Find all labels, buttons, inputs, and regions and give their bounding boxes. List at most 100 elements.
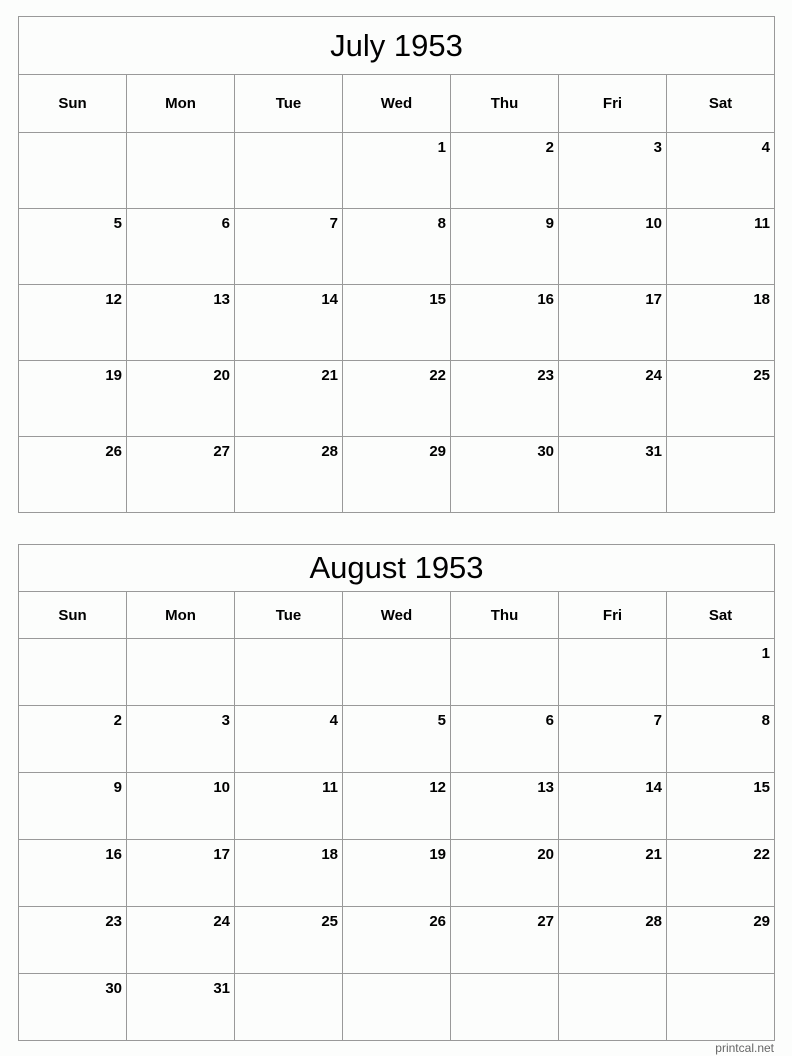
day-cell: 6: [450, 705, 559, 773]
day-number: 6: [545, 712, 554, 729]
footer-credit: printcal.net: [715, 1041, 774, 1055]
day-cell: 21: [234, 360, 343, 437]
day-number: [559, 974, 666, 980]
day-number: [127, 639, 234, 645]
week-row: 16 17 18 19 20 21 22: [18, 839, 775, 907]
day-number: 8: [437, 215, 446, 232]
day-number: 18: [753, 291, 770, 308]
day-number: 15: [753, 779, 770, 796]
day-number: 27: [213, 443, 230, 460]
weekday-header: Wed: [342, 591, 451, 639]
day-number: [451, 974, 558, 980]
day-cell: [234, 132, 343, 209]
day-cell: [450, 973, 559, 1041]
weekday-header: Sun: [18, 74, 127, 133]
day-number: 13: [213, 291, 230, 308]
day-number: 5: [437, 712, 446, 729]
weekday-header: Fri: [558, 74, 667, 133]
day-number: 3: [221, 712, 230, 729]
day-cell: 17: [558, 284, 667, 361]
day-cell: 30: [18, 973, 127, 1041]
week-row: 1 2 3 4: [18, 132, 775, 209]
day-cell: 23: [450, 360, 559, 437]
day-cell: 3: [558, 132, 667, 209]
weekday-header: Wed: [342, 74, 451, 133]
day-number: 16: [105, 846, 122, 863]
day-cell: 27: [126, 436, 235, 513]
day-number: 17: [213, 846, 230, 863]
day-number: 26: [429, 913, 446, 930]
day-number: 1: [761, 645, 770, 662]
day-number: 16: [537, 291, 554, 308]
day-cell: 14: [558, 772, 667, 840]
day-cell: 17: [126, 839, 235, 907]
day-cell: [126, 638, 235, 706]
day-number: 24: [213, 913, 230, 930]
weekday-header: Sat: [666, 74, 775, 133]
day-number: 27: [537, 913, 554, 930]
day-cell: 1: [666, 638, 775, 706]
day-cell: 31: [558, 436, 667, 513]
week-row: 26 27 28 29 30 31: [18, 436, 775, 513]
day-cell: 12: [18, 284, 127, 361]
day-cell: 3: [126, 705, 235, 773]
day-number: 24: [645, 367, 662, 384]
day-cell: 12: [342, 772, 451, 840]
day-number: 4: [761, 139, 770, 156]
day-cell: 22: [342, 360, 451, 437]
day-number: 20: [213, 367, 230, 384]
day-cell: 20: [450, 839, 559, 907]
day-number: 28: [321, 443, 338, 460]
month-title: August 1953: [18, 544, 775, 592]
weekday-header: Tue: [234, 74, 343, 133]
day-cell: 22: [666, 839, 775, 907]
day-number: [235, 639, 342, 645]
day-cell: 5: [18, 208, 127, 285]
day-cell: 19: [18, 360, 127, 437]
day-number: [343, 974, 450, 980]
day-cell: 13: [126, 284, 235, 361]
day-cell: [18, 638, 127, 706]
week-row: 9 10 11 12 13 14 15: [18, 772, 775, 840]
day-cell: 7: [558, 705, 667, 773]
day-number: 9: [113, 779, 122, 796]
day-number: 7: [653, 712, 662, 729]
day-cell: 2: [450, 132, 559, 209]
day-number: 30: [537, 443, 554, 460]
day-number: 19: [429, 846, 446, 863]
day-number: 4: [329, 712, 338, 729]
day-number: 14: [321, 291, 338, 308]
day-cell: 4: [234, 705, 343, 773]
day-number: 20: [537, 846, 554, 863]
day-number: 25: [321, 913, 338, 930]
day-cell: 16: [450, 284, 559, 361]
day-number: 1: [437, 139, 446, 156]
day-cell: 25: [234, 906, 343, 974]
day-cell: 24: [126, 906, 235, 974]
day-number: 14: [645, 779, 662, 796]
day-number: [235, 974, 342, 980]
day-cell: 29: [666, 906, 775, 974]
day-number: 19: [105, 367, 122, 384]
day-number: 10: [645, 215, 662, 232]
day-cell: 4: [666, 132, 775, 209]
day-cell: [234, 973, 343, 1041]
day-cell: 1: [342, 132, 451, 209]
week-row: 2 3 4 5 6 7 8: [18, 705, 775, 773]
day-number: 10: [213, 779, 230, 796]
day-number: 2: [113, 712, 122, 729]
day-cell: 11: [666, 208, 775, 285]
day-cell: 28: [234, 436, 343, 513]
day-number: 23: [537, 367, 554, 384]
day-number: 18: [321, 846, 338, 863]
day-number: 12: [105, 291, 122, 308]
day-number: [19, 133, 126, 139]
day-number: 11: [322, 779, 338, 796]
weekday-header: Mon: [126, 591, 235, 639]
day-number: 6: [221, 215, 230, 232]
weekday-header: Mon: [126, 74, 235, 133]
day-cell: 30: [450, 436, 559, 513]
day-cell: 2: [18, 705, 127, 773]
day-cell: 28: [558, 906, 667, 974]
day-number: 26: [105, 443, 122, 460]
